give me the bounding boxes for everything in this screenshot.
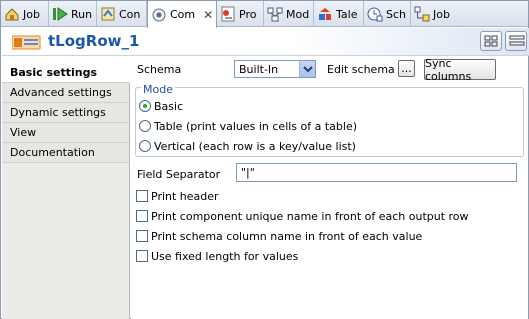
edit-schema-label: Edit schema xyxy=(327,63,395,76)
job-icon xyxy=(4,6,20,22)
schema-label: Schema xyxy=(137,63,182,76)
talend-icon xyxy=(317,6,333,22)
tab-run[interactable]: Run xyxy=(49,1,97,27)
mode-table-radio[interactable] xyxy=(139,120,151,132)
edit-schema-button[interactable]: ... xyxy=(398,60,415,77)
tab-label: Pro xyxy=(239,7,257,21)
component-title: tLogRow_1 xyxy=(48,32,140,50)
field-separator-input[interactable]: "|" xyxy=(236,163,517,182)
print-unique-name-checkbox[interactable] xyxy=(136,210,148,222)
mode-table-label[interactable]: Table (print values in cells of a table) xyxy=(154,120,357,133)
mode-basic-label[interactable]: Basic xyxy=(154,100,183,113)
sidebar-item-advanced-settings[interactable]: Advanced settings xyxy=(2,83,129,103)
job-hierarchy-icon xyxy=(414,6,430,22)
tab-label: Job xyxy=(433,7,450,21)
mode-vertical-label[interactable]: Vertical (each row is a key/value list) xyxy=(154,140,356,153)
tab-label: Com xyxy=(170,8,196,21)
field-separator-value: "|" xyxy=(241,166,255,179)
layout-toggle-button[interactable] xyxy=(480,31,502,51)
sidebar-item-basic-settings[interactable]: Basic settings xyxy=(2,57,130,83)
print-header-label[interactable]: Print header xyxy=(151,190,219,203)
mode-legend: Mode xyxy=(141,83,175,96)
sidebar-item-documentation[interactable]: Documentation xyxy=(2,143,129,163)
tab-talend[interactable]: Tale xyxy=(314,1,364,27)
tab-label: Sch xyxy=(386,7,407,21)
problems-icon xyxy=(220,6,236,22)
chevron-down-icon[interactable] xyxy=(299,61,315,77)
fixed-length-label[interactable]: Use fixed length for values xyxy=(151,250,298,263)
sidebar-item-dynamic-settings[interactable]: Dynamic settings xyxy=(2,103,129,123)
list-layout-icon xyxy=(509,35,525,46)
schema-select[interactable]: Built-In xyxy=(234,60,316,78)
tab-contexts[interactable]: Con xyxy=(97,1,147,27)
tab-problems[interactable]: Pro xyxy=(217,1,264,27)
component-view: Job Run Con Com ✕ Pro Mod Tale Sch Job t… xyxy=(0,0,529,319)
sync-columns-button[interactable]: Sync columns xyxy=(424,57,496,83)
print-column-name-label[interactable]: Print schema column name in front of eac… xyxy=(151,230,422,243)
print-unique-name-label[interactable]: Print component unique name in front of … xyxy=(151,210,469,223)
tab-label: Run xyxy=(71,7,93,21)
component-icon xyxy=(151,7,167,23)
modules-icon xyxy=(267,6,283,22)
mode-basic-radio[interactable] xyxy=(139,100,151,112)
tlogrow-component-icon xyxy=(11,33,42,51)
schema-select-value: Built-In xyxy=(239,63,279,76)
fixed-length-checkbox[interactable] xyxy=(136,250,148,262)
basic-settings-panel: Schema Built-In Edit schema ... Sync col… xyxy=(131,57,528,319)
scheduler-icon xyxy=(367,6,383,22)
print-column-name-checkbox[interactable] xyxy=(136,230,148,242)
tab-label: Job xyxy=(23,7,40,21)
settings-sidebar: Basic settings Advanced settings Dynamic… xyxy=(2,57,130,319)
tab-job-hierarchy[interactable]: Job xyxy=(411,1,463,27)
print-header-checkbox[interactable] xyxy=(136,190,148,202)
tab-label: Mod xyxy=(286,7,310,21)
view-tab-bar: Job Run Con Com ✕ Pro Mod Tale Sch Job xyxy=(1,1,528,28)
field-separator-label: Field Separator xyxy=(137,168,221,181)
list-layout-button[interactable] xyxy=(505,31,527,51)
close-icon[interactable]: ✕ xyxy=(203,8,213,22)
tab-label: Tale xyxy=(336,7,358,21)
sidebar-item-view[interactable]: View xyxy=(2,123,129,143)
run-icon xyxy=(52,6,68,22)
tab-scheduler[interactable]: Sch xyxy=(364,1,411,27)
contexts-icon xyxy=(100,6,116,22)
tab-job[interactable]: Job xyxy=(1,1,49,27)
component-title-bar: tLogRow_1 xyxy=(2,28,529,56)
grid-layout-icon xyxy=(484,35,498,47)
mode-vertical-radio[interactable] xyxy=(139,140,151,152)
tab-label: Con xyxy=(119,7,141,21)
tab-component[interactable]: Com ✕ xyxy=(147,1,217,28)
tab-modules[interactable]: Mod xyxy=(264,1,314,27)
